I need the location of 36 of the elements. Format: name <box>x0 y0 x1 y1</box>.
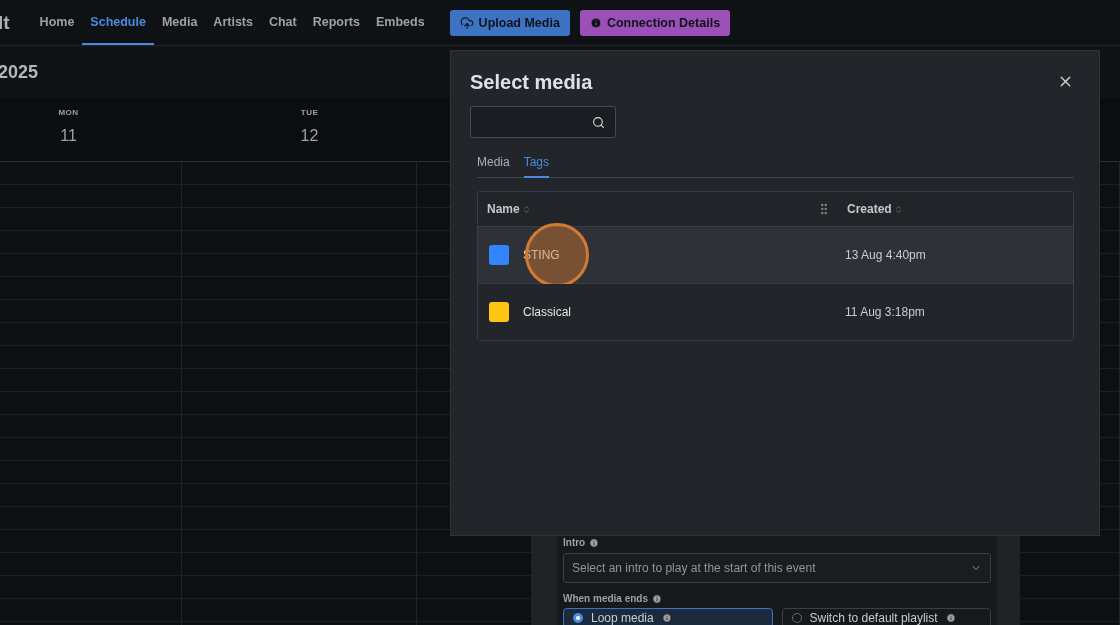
nav-tab[interactable]: Home <box>31 0 83 45</box>
nav-tab[interactable]: Artists <box>205 0 261 45</box>
sort-icon[interactable] <box>521 204 531 214</box>
nav-tab[interactable]: Embeds <box>367 0 433 45</box>
sort-icon[interactable] <box>893 204 903 214</box>
radio-option[interactable]: Loop media <box>563 608 773 625</box>
day-number: 12 <box>300 127 319 145</box>
info-icon <box>589 537 600 548</box>
radio-option[interactable]: Switch to default playlist <box>781 608 991 625</box>
search-field[interactable] <box>470 106 616 138</box>
tag-name: Classical <box>523 305 572 319</box>
info-icon <box>661 613 672 623</box>
cloud-upload-icon <box>459 15 474 30</box>
day-number: 11 <box>60 127 77 145</box>
nav-tab[interactable]: Reports <box>304 0 368 45</box>
column-header[interactable]: Name <box>487 202 520 216</box>
weekday-label: MON <box>58 108 79 117</box>
field-label: Intro <box>563 537 600 548</box>
created-date: 13 Aug 4:40pm <box>845 248 926 262</box>
logo[interactable]: lt <box>0 11 10 34</box>
info-icon <box>589 16 602 29</box>
column-header[interactable]: Created <box>847 202 892 216</box>
upload-button[interactable]: Upload Media <box>449 9 570 36</box>
field-label: When media ends <box>563 593 662 604</box>
dialog-title: Select media <box>470 71 593 94</box>
created-date: 11 Aug 3:18pm <box>845 305 925 319</box>
search-icon <box>592 115 605 129</box>
table-row[interactable]: Classical 11 Aug 3:18pm <box>478 284 1073 340</box>
nav-tab[interactable]: Media <box>153 0 206 45</box>
intro-select[interactable]: Select an intro to play at the start of this event <box>563 553 991 583</box>
weekday-label: TUE <box>300 108 319 117</box>
info-icon <box>652 593 662 604</box>
connection-button[interactable]: Connection Details <box>579 9 731 36</box>
tab[interactable]: Tags <box>523 155 550 178</box>
tab[interactable]: Media <box>477 155 510 178</box>
nav-tab[interactable]: Chat <box>260 0 305 45</box>
